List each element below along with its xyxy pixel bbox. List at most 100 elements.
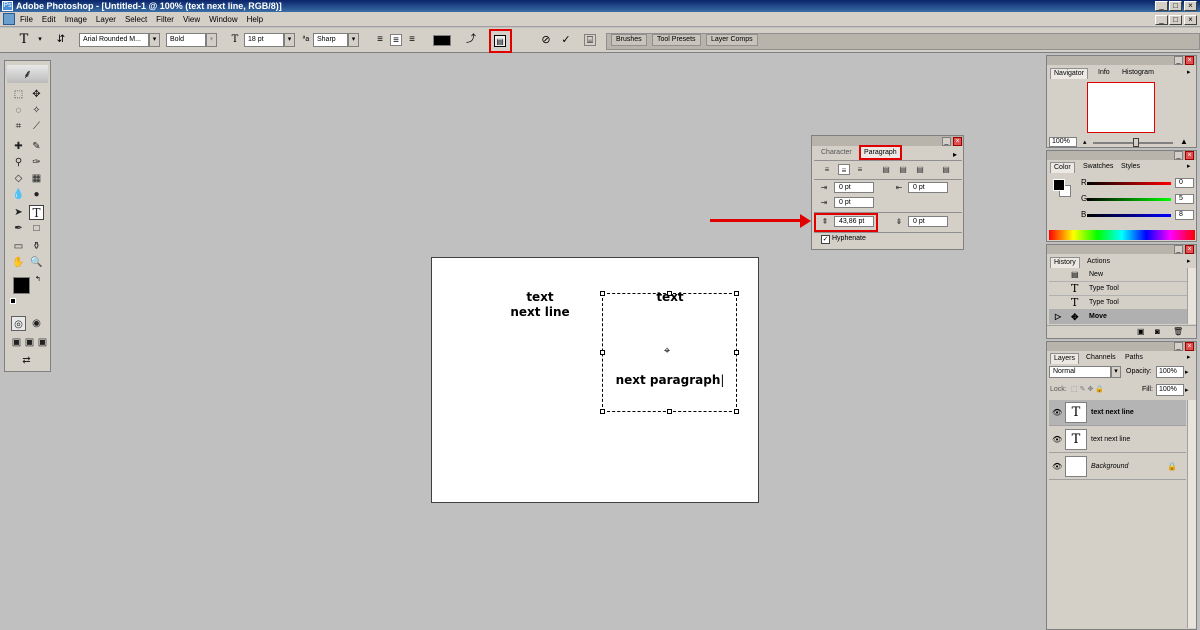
brush-tool-icon[interactable]: ✎ bbox=[29, 139, 44, 154]
tab-navigator[interactable]: Navigator bbox=[1050, 68, 1088, 79]
font-style-field[interactable]: Bold bbox=[166, 33, 206, 47]
quick-mask-mode-icon[interactable]: ◉ bbox=[29, 316, 44, 331]
tab-history[interactable]: History bbox=[1050, 257, 1080, 268]
palette-minimize-button[interactable]: _ bbox=[1174, 342, 1183, 351]
red-slider[interactable] bbox=[1087, 182, 1171, 185]
blue-value-field[interactable]: 8 bbox=[1175, 210, 1194, 220]
file-browser-icon[interactable]: ⌸ bbox=[584, 34, 596, 46]
history-item[interactable]: T Type Tool bbox=[1049, 296, 1187, 310]
lasso-tool-icon[interactable]: ◌ bbox=[11, 103, 26, 118]
red-value-field[interactable]: 0 bbox=[1175, 178, 1194, 188]
rectangle-tool-icon[interactable]: □ bbox=[29, 221, 44, 236]
foreground-color-swatch[interactable] bbox=[13, 277, 30, 294]
opacity-field[interactable]: 100% bbox=[1156, 366, 1184, 378]
tab-swatches[interactable]: Swatches bbox=[1080, 162, 1116, 173]
well-tab-brushes[interactable]: Brushes bbox=[611, 34, 647, 46]
gradient-tool-icon[interactable]: ▦ bbox=[29, 171, 44, 186]
palette-menu-icon[interactable]: ▸ bbox=[1187, 162, 1191, 170]
menu-window[interactable]: Window bbox=[209, 15, 237, 24]
zoom-in-icon[interactable]: ▲ bbox=[1180, 137, 1188, 146]
type-tool-preset-icon[interactable]: T bbox=[18, 33, 30, 46]
tab-paths[interactable]: Paths bbox=[1122, 353, 1146, 364]
chevron-down-icon[interactable]: ▾ bbox=[34, 34, 46, 46]
menu-layer[interactable]: Layer bbox=[96, 15, 116, 24]
hyphenate-checkbox[interactable]: ✓ bbox=[821, 235, 830, 244]
hand-tool-icon[interactable]: ✋ bbox=[11, 255, 26, 270]
palette-close-button[interactable]: × bbox=[1185, 342, 1194, 351]
resize-handle-r[interactable] bbox=[734, 350, 739, 355]
align-right-icon[interactable]: ≡ bbox=[406, 34, 418, 46]
tab-paragraph[interactable]: Paragraph bbox=[859, 145, 902, 160]
blue-slider[interactable] bbox=[1087, 214, 1171, 217]
doc-close-button[interactable]: × bbox=[1184, 15, 1197, 25]
layer-row[interactable]: 👁 Background 🔒 bbox=[1049, 454, 1186, 480]
maximize-window-button[interactable]: □ bbox=[1169, 1, 1182, 11]
palette-menu-icon[interactable]: ▸ bbox=[1187, 68, 1191, 76]
para-align-right-icon[interactable]: ≡ bbox=[854, 164, 866, 175]
well-tab-tool-presets[interactable]: Tool Presets bbox=[652, 34, 701, 46]
indent-first-line-field[interactable]: 0 pt bbox=[834, 197, 874, 208]
layers-scrollbar[interactable] bbox=[1187, 400, 1196, 628]
layer-row-selected[interactable]: 👁 T text next line bbox=[1049, 400, 1186, 426]
eraser-tool-icon[interactable]: ◇ bbox=[11, 171, 26, 186]
jump-to-imageready-icon[interactable]: ⇄ bbox=[19, 353, 34, 368]
font-size-dropdown[interactable]: ▾ bbox=[284, 33, 295, 47]
text-orientation-icon[interactable]: ⇵ bbox=[55, 34, 67, 46]
slice-tool-icon[interactable]: ⟋ bbox=[29, 119, 44, 134]
justify-all-icon[interactable]: ▤ bbox=[940, 164, 952, 175]
new-snapshot-icon[interactable]: ◙ bbox=[1155, 327, 1160, 336]
history-brush-tool-icon[interactable]: ✑ bbox=[29, 155, 44, 170]
path-selection-tool-icon[interactable]: ➤ bbox=[11, 205, 26, 220]
antialias-field[interactable]: Sharp bbox=[313, 33, 348, 47]
font-size-field[interactable]: 18 pt bbox=[244, 33, 284, 47]
opacity-arrow-icon[interactable]: ▸ bbox=[1185, 368, 1189, 376]
doc-minimize-button[interactable]: _ bbox=[1155, 15, 1168, 25]
screen-mode-full-icon[interactable]: ▣ bbox=[35, 335, 50, 350]
fill-field[interactable]: 100% bbox=[1156, 384, 1184, 396]
dodge-tool-icon[interactable]: ● bbox=[29, 187, 44, 202]
justify-last-center-icon[interactable]: ▤ bbox=[897, 164, 909, 175]
resize-handle-br[interactable] bbox=[734, 409, 739, 414]
tab-styles[interactable]: Styles bbox=[1118, 162, 1143, 173]
green-value-field[interactable]: 5 bbox=[1175, 194, 1194, 204]
para-align-left-icon[interactable]: ≡ bbox=[821, 164, 833, 175]
tab-character[interactable]: Character bbox=[818, 148, 855, 159]
minimize-window-button[interactable]: _ bbox=[1155, 1, 1168, 11]
resize-handle-l[interactable] bbox=[600, 350, 605, 355]
indent-right-field[interactable]: 0 pt bbox=[908, 182, 948, 193]
resize-handle-b[interactable] bbox=[667, 409, 672, 414]
standard-mode-icon[interactable]: ◎ bbox=[11, 316, 26, 331]
toggle-character-paragraph-palettes-icon[interactable]: ▤ bbox=[494, 35, 506, 47]
zoom-tool-icon[interactable]: 🔍 bbox=[29, 255, 44, 270]
trash-icon[interactable]: 🗑 bbox=[1173, 327, 1183, 336]
align-center-icon[interactable]: ≡ bbox=[390, 34, 402, 46]
menu-filter[interactable]: Filter bbox=[156, 15, 174, 24]
palette-minimize-button[interactable]: _ bbox=[942, 137, 951, 146]
font-family-dropdown[interactable]: ▾ bbox=[149, 33, 160, 47]
green-slider[interactable] bbox=[1087, 198, 1171, 201]
tab-actions[interactable]: Actions bbox=[1084, 257, 1113, 268]
point-text-layer[interactable]: text next line bbox=[500, 290, 580, 320]
history-item[interactable]: ▤ New bbox=[1049, 268, 1187, 282]
palette-close-button[interactable]: × bbox=[1185, 245, 1194, 254]
palette-minimize-button[interactable]: _ bbox=[1174, 151, 1183, 160]
clone-stamp-tool-icon[interactable]: ⚲ bbox=[11, 155, 26, 170]
eye-icon[interactable]: 👁 bbox=[1052, 435, 1062, 444]
font-family-field[interactable]: Arial Rounded M... bbox=[79, 33, 149, 47]
warp-text-icon[interactable]: ⤴ bbox=[465, 34, 477, 46]
feather-logo-icon[interactable]: ⸙ bbox=[7, 65, 48, 83]
layer-row[interactable]: 👁 T text next line bbox=[1049, 427, 1186, 453]
palette-menu-icon[interactable]: ▸ bbox=[1187, 353, 1191, 361]
antialias-dropdown[interactable]: ▾ bbox=[348, 33, 359, 47]
eye-icon[interactable]: 👁 bbox=[1052, 462, 1062, 471]
palette-close-button[interactable]: × bbox=[953, 137, 962, 146]
tab-info[interactable]: Info bbox=[1095, 68, 1113, 79]
color-fg-swatch[interactable] bbox=[1053, 179, 1065, 191]
cancel-edits-icon[interactable]: ⊘ bbox=[540, 34, 552, 46]
tab-layers[interactable]: Layers bbox=[1050, 353, 1080, 364]
resize-handle-bl[interactable] bbox=[600, 409, 605, 414]
font-style-dropdown[interactable]: ▾ bbox=[206, 33, 217, 47]
default-colors-icon[interactable] bbox=[10, 298, 16, 304]
tab-color[interactable]: Color bbox=[1050, 162, 1075, 173]
menu-image[interactable]: Image bbox=[65, 15, 87, 24]
